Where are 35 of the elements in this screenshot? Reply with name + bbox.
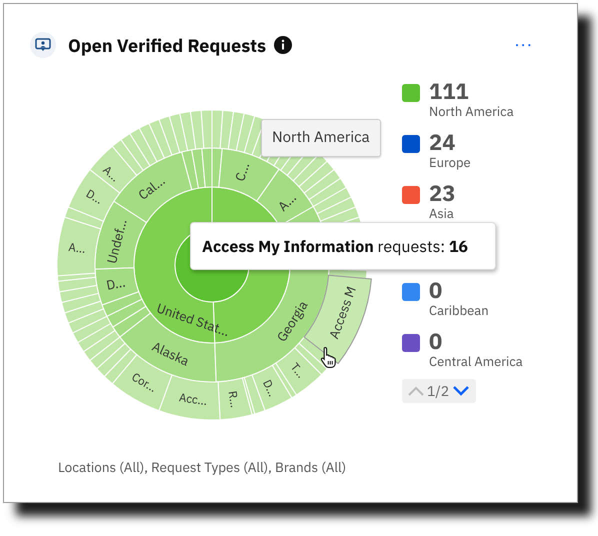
segment-label: R... [224, 390, 242, 409]
info-icon[interactable] [274, 36, 292, 54]
legend-count: 0 [429, 330, 444, 354]
page-indicator: 1/2 [427, 382, 450, 400]
legend-count: 23 [429, 182, 456, 206]
legend-label: Asia [429, 206, 455, 222]
segment-label: Access M [325, 284, 360, 342]
overflow-menu-button[interactable]: ··· [510, 35, 537, 55]
segment-label: D... [83, 186, 106, 208]
segment-label: D... [104, 274, 127, 294]
segment-label: Undef... [103, 217, 131, 266]
segment-label: Cor... [128, 370, 160, 396]
legend-count: 0 [429, 279, 444, 303]
widget-title: Open Verified Requests [68, 34, 266, 56]
segment-label: Acc... [178, 390, 208, 410]
legend-label: Europe [429, 155, 471, 171]
segment-label: Cal... [134, 172, 168, 204]
hand-cursor-icon [320, 346, 338, 368]
segment-label: C... [231, 160, 254, 184]
next-page-button[interactable] [451, 385, 472, 397]
hover-tooltip: North America [261, 119, 381, 157]
legend-label: Caribbean [429, 303, 489, 319]
segment-label: A... [68, 240, 86, 257]
legend-label: Central America [429, 354, 523, 370]
segment-label: T... [287, 360, 308, 382]
legend-count: 111 [429, 80, 470, 104]
legend-count: 24 [429, 131, 456, 155]
segment-label: D... [259, 378, 280, 400]
segment-label: A... [100, 162, 122, 186]
filter-summary: Locations (All), Request Types (All), Brands (All) [58, 458, 346, 476]
legend-label: North America [429, 104, 514, 120]
segment-label: United Stat... [154, 299, 232, 340]
detail-tooltip: Access My Information requests: 16 [190, 222, 496, 270]
segment-label: A... [274, 189, 300, 215]
widget-icon [30, 32, 56, 58]
